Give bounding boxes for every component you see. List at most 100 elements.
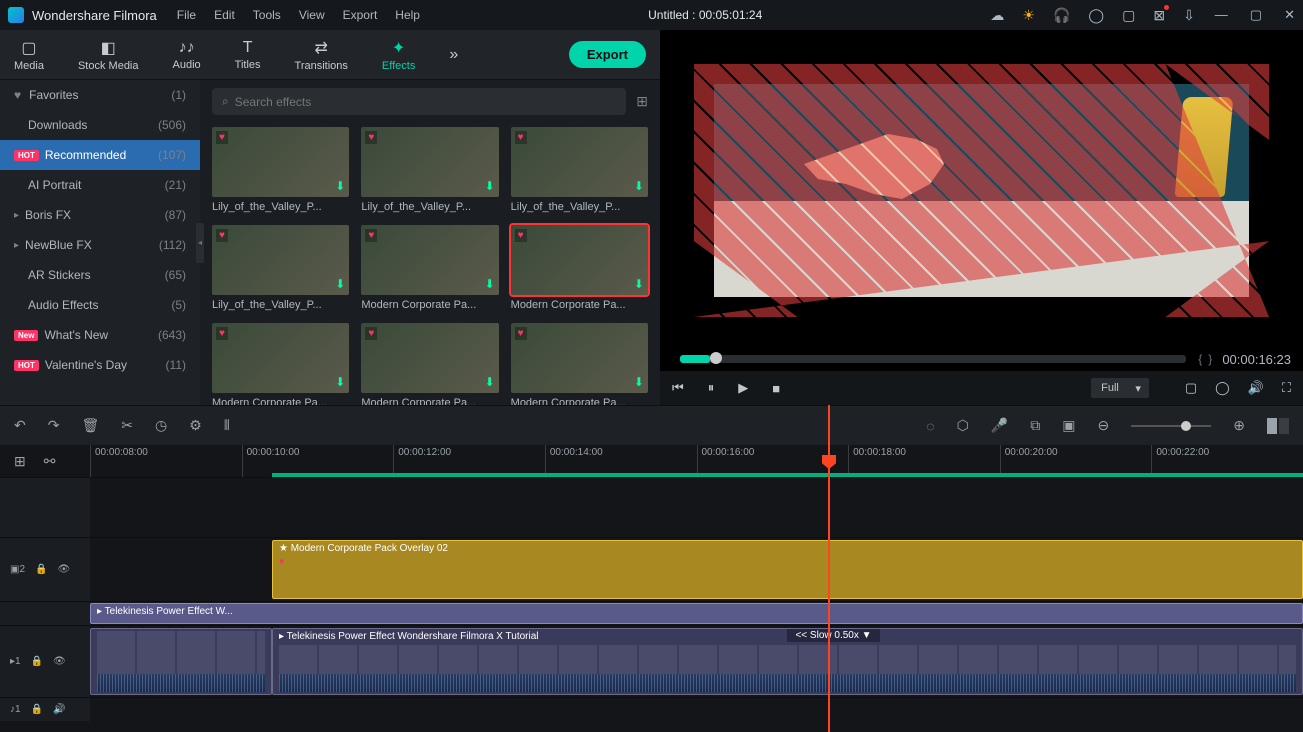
display-icon[interactable]: ▢ <box>1185 380 1197 396</box>
download-icon[interactable]: ⬇ <box>485 179 495 193</box>
mark-in-icon[interactable]: { <box>1198 352 1202 366</box>
delete-button[interactable]: 🗑 <box>81 417 99 434</box>
marker-icon[interactable]: ⬡ <box>957 417 969 434</box>
sidebar-item-boris-fx[interactable]: ▸Boris FX(87) <box>0 200 200 230</box>
slow-badge[interactable]: << Slow 0.50x ▼ <box>787 629 879 642</box>
download-icon[interactable]: ⬇ <box>634 179 644 193</box>
asset-thumbnail[interactable]: ♥⬇ <box>212 323 349 393</box>
mixer-icon[interactable]: ⧉ <box>1030 417 1040 434</box>
tab-media[interactable]: ▢Media <box>14 38 44 72</box>
user-icon[interactable]: ◯ <box>1088 7 1104 24</box>
heart-icon[interactable]: ♥ <box>515 131 527 144</box>
download-icon[interactable]: ⬇ <box>634 277 644 291</box>
undo-button[interactable]: ↶ <box>14 417 26 434</box>
asset-item[interactable]: ♥⬇Lily_of_the_Valley_P... <box>511 127 648 213</box>
heart-icon[interactable]: ♥ <box>216 131 228 144</box>
sidebar-item-downloads[interactable]: Downloads(506) <box>0 110 200 140</box>
link-button[interactable]: ⚯ <box>44 453 56 470</box>
redo-button[interactable]: ↷ <box>48 417 60 434</box>
play-button[interactable]: ▶ <box>738 380 748 396</box>
asset-thumbnail[interactable]: ♥⬇ <box>511 225 648 295</box>
tab-effects[interactable]: ✦Effects <box>382 38 415 72</box>
record-icon[interactable]: 🎤 <box>991 417 1008 434</box>
v1-upper-clip[interactable]: ▸ Telekinesis Power Effect W... <box>90 603 1303 624</box>
asset-item[interactable]: ♥⬇Modern Corporate Pa... <box>361 323 498 405</box>
close-button[interactable]: ✕ <box>1284 7 1295 23</box>
download-icon[interactable]: ⬇ <box>485 277 495 291</box>
sidebar-item-recommended[interactable]: HOTRecommended(107) <box>0 140 200 170</box>
layout-toggle[interactable] <box>1267 418 1289 434</box>
maximize-button[interactable]: ▢ <box>1250 7 1262 23</box>
download-icon[interactable]: ⇩ <box>1183 7 1195 24</box>
fullscreen-icon[interactable]: ⛶ <box>1282 380 1291 396</box>
headphones-icon[interactable]: 🎧 <box>1053 7 1070 24</box>
lock-icon[interactable]: 🔒 <box>35 564 47 575</box>
cloud-icon[interactable]: ☁ <box>990 7 1004 24</box>
add-track-button[interactable]: ⊞ <box>14 453 26 470</box>
play-pause-button[interactable]: ⏸ <box>708 380 715 396</box>
asset-thumbnail[interactable]: ♥⬇ <box>212 127 349 197</box>
download-icon[interactable]: ⬇ <box>634 375 644 389</box>
menu-help[interactable]: Help <box>395 8 420 22</box>
step-back-button[interactable]: ⏮ <box>672 380 684 396</box>
volume-icon[interactable]: 🔊 <box>1248 380 1264 396</box>
tab-stock-media[interactable]: ◧Stock Media <box>78 38 139 72</box>
download-icon[interactable]: ⬇ <box>335 277 345 291</box>
lock-icon[interactable]: 🔒 <box>31 704 43 715</box>
sidebar-resize-handle[interactable]: ◂ <box>196 223 204 263</box>
menu-file[interactable]: File <box>177 8 196 22</box>
stop-button[interactable]: ■ <box>772 381 780 396</box>
crop-icon[interactable]: ▣ <box>1062 417 1075 434</box>
asset-thumbnail[interactable]: ♥⬇ <box>361 225 498 295</box>
heart-icon[interactable]: ♥ <box>365 327 377 340</box>
asset-item[interactable]: ♥⬇Lily_of_the_Valley_P... <box>212 127 349 213</box>
download-icon[interactable]: ⬇ <box>485 375 495 389</box>
grid-view-icon[interactable]: ⊞ <box>636 93 648 110</box>
heart-icon[interactable]: ♥ <box>515 229 527 242</box>
sidebar-item-ar-stickers[interactable]: AR Stickers(65) <box>0 260 200 290</box>
asset-thumbnail[interactable]: ♥⬇ <box>361 127 498 197</box>
sun-icon[interactable]: ☀ <box>1022 7 1035 24</box>
asset-item[interactable]: ♥⬇Modern Corporate Pa... <box>212 323 349 405</box>
zoom-slider[interactable] <box>1131 425 1211 427</box>
sidebar-item-valentine-s-day[interactable]: HOTValentine's Day(11) <box>0 350 200 380</box>
sidebar-item-audio-effects[interactable]: Audio Effects(5) <box>0 290 200 320</box>
heart-icon[interactable]: ♥ <box>365 229 377 242</box>
download-icon[interactable]: ⬇ <box>335 179 345 193</box>
playhead[interactable] <box>828 405 830 732</box>
mark-out-icon[interactable]: } <box>1208 352 1212 366</box>
asset-item[interactable]: ♥⬇Modern Corporate Pa... <box>511 323 648 405</box>
mail-icon[interactable]: ⊠ <box>1153 7 1165 24</box>
zoom-out-button[interactable]: ⊖ <box>1098 417 1110 434</box>
split-button[interactable]: ✂ <box>121 417 133 434</box>
adjust-button[interactable]: ⚙ <box>189 417 202 434</box>
asset-thumbnail[interactable]: ♥⬇ <box>212 225 349 295</box>
menu-export[interactable]: Export <box>343 8 378 22</box>
export-button[interactable]: Export <box>569 41 646 68</box>
sidebar-item-newblue-fx[interactable]: ▸NewBlue FX(112) <box>0 230 200 260</box>
sidebar-item-favorites[interactable]: ♥Favorites(1) <box>0 80 200 110</box>
view-mode-select[interactable]: Full <box>1091 378 1149 398</box>
minimize-button[interactable]: — <box>1215 7 1228 23</box>
asset-item[interactable]: ♥⬇Modern Corporate Pa... <box>511 225 648 311</box>
tab-more[interactable]: » <box>449 46 458 64</box>
fx-clip[interactable]: ★ Modern Corporate Pack Overlay 02 ♦ <box>272 540 1303 599</box>
tab-transitions[interactable]: ⇄Transitions <box>295 38 348 72</box>
search-field[interactable] <box>235 95 617 109</box>
preview-scrubber[interactable] <box>680 355 1186 363</box>
heart-icon[interactable]: ♥ <box>216 327 228 340</box>
save-icon[interactable]: ▢ <box>1122 7 1135 24</box>
sidebar-item-what-s-new[interactable]: NewWhat's New(643) <box>0 320 200 350</box>
asset-thumbnail[interactable]: ♥⬇ <box>361 323 498 393</box>
v1-main-clip[interactable]: ▸ Telekinesis Power Effect Wondershare F… <box>272 628 1303 695</box>
tab-audio[interactable]: ♪♪Audio <box>173 39 201 71</box>
menu-edit[interactable]: Edit <box>214 8 235 22</box>
preview-video[interactable] <box>664 34 1299 347</box>
timeline-ruler[interactable]: 00:00:08:0000:00:10:0000:00:12:0000:00:1… <box>90 445 1303 477</box>
speed-button[interactable]: ◷ <box>155 417 167 434</box>
asset-thumbnail[interactable]: ♥⬇ <box>511 127 648 197</box>
menu-view[interactable]: View <box>299 8 325 22</box>
speaker-icon[interactable]: 🔊 <box>53 704 65 715</box>
tab-titles[interactable]: TTitles <box>235 39 261 71</box>
snapshot-icon[interactable]: ◯ <box>1215 380 1230 396</box>
